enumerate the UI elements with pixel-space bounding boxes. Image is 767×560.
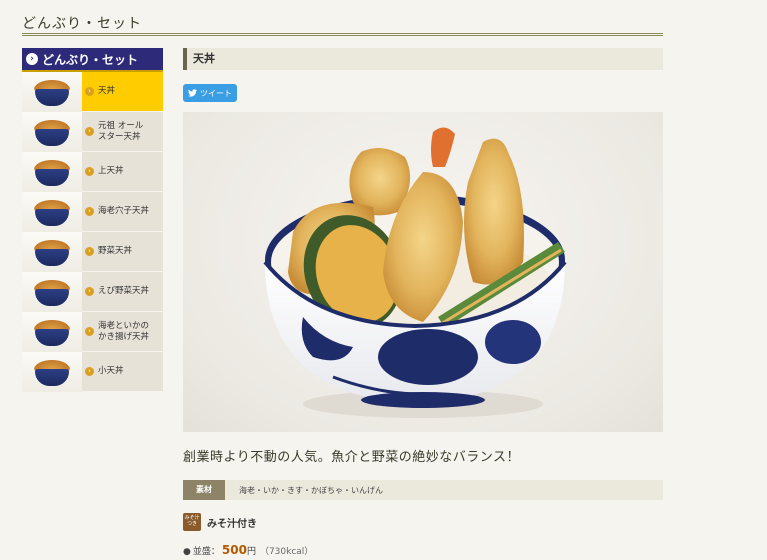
- bowl-image: [35, 88, 69, 106]
- chevron-right-circle-icon: ›: [85, 367, 94, 376]
- chevron-right-circle-icon: ›: [85, 127, 94, 136]
- tendon-photo: [183, 112, 663, 432]
- bowl-image: [35, 128, 69, 146]
- sidebar-item-label: 天丼: [98, 86, 116, 96]
- dish-thumbnail: [22, 71, 82, 112]
- catchphrase: 創業時より不動の人気。魚介と野菜の絶妙なバランス！: [183, 450, 520, 465]
- sidebar-item-label: 野菜天丼: [98, 246, 133, 256]
- chevron-right-circle-icon: ›: [26, 53, 38, 65]
- price-kcal: （730kcal）: [259, 547, 314, 557]
- sidebar-item[interactable]: › 海老といかの かき揚げ天丼: [22, 311, 163, 352]
- price-size: 並盛：: [192, 547, 220, 557]
- tendon-bowl-illustration: [263, 127, 567, 418]
- dish-thumbnail: [22, 271, 82, 312]
- bowl-image: [35, 168, 69, 186]
- dish-thumbnail: [22, 151, 82, 192]
- bowl-image: [35, 208, 69, 226]
- sidebar-heading: › どんぶり・セット: [22, 48, 163, 72]
- bowl-image: [35, 288, 69, 306]
- sidebar-item-label: 海老穴子天丼: [98, 206, 150, 216]
- chevron-right-circle-icon: ›: [85, 207, 94, 216]
- sidebar-item[interactable]: › 元祖 オール スター天丼: [22, 111, 163, 152]
- ingredients-row: 素材 海老・いか・きす・かぼちゃ・いんげん: [183, 480, 663, 500]
- sidebar-heading-label: どんぶり・セット: [42, 52, 139, 67]
- tweet-label: ツイート: [200, 88, 232, 98]
- sidebar-item[interactable]: › 上天丼: [22, 151, 163, 192]
- chevron-right-circle-icon: ›: [85, 167, 94, 176]
- twitter-bird-icon: [188, 89, 197, 97]
- bowl-image: [35, 368, 69, 386]
- sidebar-item[interactable]: › 小天丼: [22, 351, 163, 392]
- sidebar-item[interactable]: › 海老穴子天丼: [22, 191, 163, 232]
- sidebar-item-label: 小天丼: [98, 366, 124, 376]
- miso-soup-icon: みそ汁つき: [183, 513, 201, 531]
- chevron-right-circle-icon: ›: [85, 87, 94, 96]
- tweet-button[interactable]: ツイート: [183, 84, 237, 102]
- ingredients-value: 海老・いか・きす・かぼちゃ・いんげん: [239, 485, 383, 495]
- miso-soup-info: みそ汁つき みそ汁付き: [183, 513, 257, 531]
- section-title: 天丼: [183, 48, 663, 70]
- sidebar-item-label: 元祖 オール スター天丼: [98, 120, 144, 142]
- bowl-image: [35, 328, 69, 346]
- dish-thumbnail: [22, 351, 82, 392]
- dish-thumbnail: [22, 111, 82, 152]
- sidebar-item[interactable]: › えび野菜天丼: [22, 271, 163, 312]
- sidebar-item-label: 海老といかの かき揚げ天丼: [98, 320, 150, 342]
- sidebar: › どんぶり・セット › 天丼 › 元祖 オール スター天丼 › 上天丼 › 海老穴子天丼 › 野菜…: [22, 48, 163, 392]
- sidebar-item[interactable]: › 野菜天丼: [22, 231, 163, 272]
- price-amount: 500: [221, 543, 247, 557]
- sidebar-item-label: 上天丼: [98, 166, 124, 176]
- price-unit: 円: [246, 547, 256, 557]
- page-title: どんぶり・セット: [22, 16, 142, 32]
- chevron-right-circle-icon: ›: [85, 247, 94, 256]
- sidebar-item-label: えび野菜天丼: [98, 286, 150, 296]
- bowl-image: [35, 248, 69, 266]
- ingredients-label: 素材: [183, 480, 225, 500]
- price-line: ● 並盛： 500 円 （730kcal）: [183, 543, 313, 557]
- dish-thumbnail: [22, 311, 82, 352]
- chevron-right-circle-icon: ›: [85, 287, 94, 296]
- bullet-icon: ●: [183, 547, 191, 557]
- chevron-right-circle-icon: ›: [85, 327, 94, 336]
- miso-soup-label: みそ汁付き: [207, 518, 257, 530]
- dish-thumbnail: [22, 191, 82, 232]
- page-header: どんぶり・セット: [22, 14, 663, 36]
- sidebar-item[interactable]: › 天丼: [22, 71, 163, 112]
- sidebar-list: › 天丼 › 元祖 オール スター天丼 › 上天丼 › 海老穴子天丼 › 野菜天丼 › えび野菜天丼 › 海…: [22, 71, 163, 392]
- dish-thumbnail: [22, 231, 82, 272]
